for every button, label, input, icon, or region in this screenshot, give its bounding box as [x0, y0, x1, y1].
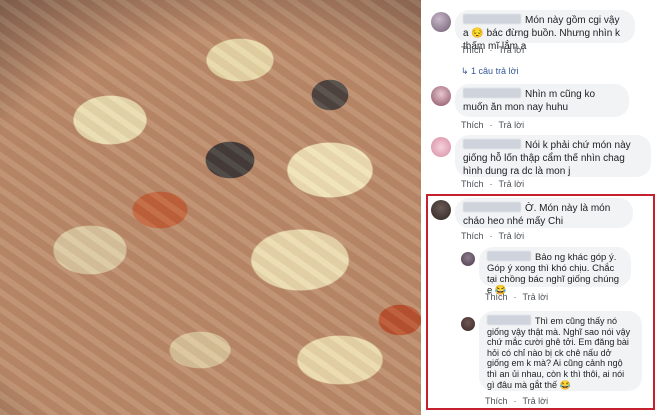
avatar[interactable] [431, 137, 451, 157]
separator-dot: · [489, 179, 493, 189]
comment-actions: Thích · Trả lời [461, 179, 530, 189]
commenter-name-blurred[interactable] [463, 139, 521, 149]
comment-actions: Thích · Trả lời [461, 45, 530, 55]
highlight-box [426, 194, 655, 410]
commenter-name-blurred[interactable] [463, 88, 521, 98]
reply-link[interactable]: Trả lời [499, 179, 525, 189]
separator-dot: · [489, 120, 493, 130]
reply-link[interactable]: Trả lời [499, 45, 525, 55]
reply-count-text: 1 câu trả lời [471, 66, 519, 76]
photo-texture [0, 0, 421, 415]
like-link[interactable]: Thích [461, 179, 484, 189]
separator-dot: · [489, 45, 493, 55]
comment-actions: Thích · Trả lời [461, 120, 530, 130]
commenter-name-blurred[interactable] [463, 14, 521, 24]
reply-arrow-icon: ↳ [461, 66, 472, 76]
comment-bubble-3: Nói k phải chứ món này giống hỗ lốn thập… [455, 135, 651, 177]
avatar[interactable] [431, 12, 451, 32]
like-link[interactable]: Thích [461, 120, 484, 130]
view-replies-link[interactable]: ↳ 1 câu trả lời [461, 66, 518, 77]
avatar[interactable] [431, 86, 451, 106]
comment-bubble-1: Món này gồm cgi vậy a 😔 bác đừng buồn. N… [455, 10, 635, 52]
like-link[interactable]: Thích [461, 45, 484, 55]
food-photo [0, 0, 421, 415]
reply-link[interactable]: Trả lời [499, 120, 525, 130]
comment-bubble-2: Nhìn m cũng ko muốn ăn mon nay huhu [455, 84, 629, 117]
